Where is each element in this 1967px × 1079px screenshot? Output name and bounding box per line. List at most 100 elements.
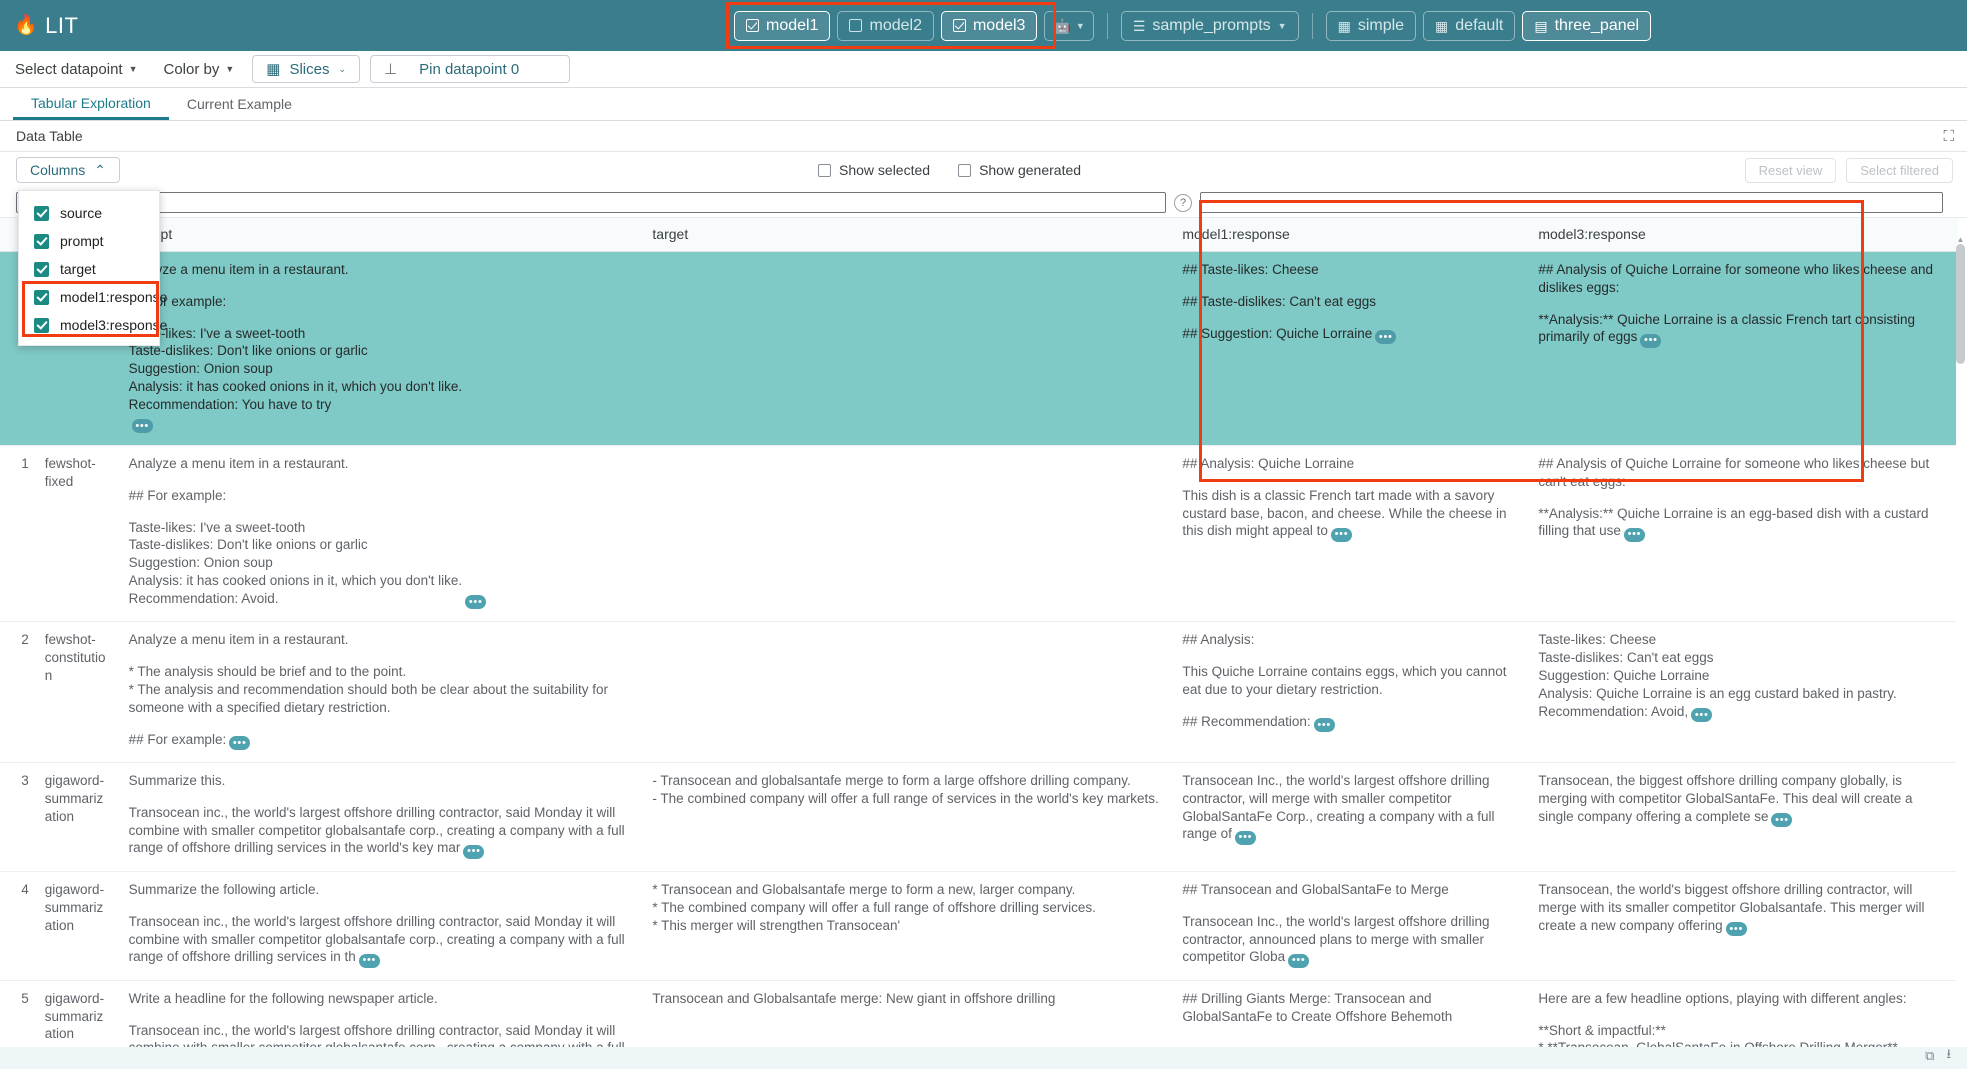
checkbox-icon <box>746 19 759 32</box>
panel-icon: ▤ <box>1534 19 1547 33</box>
model-chip-model3[interactable]: model3 <box>941 11 1037 41</box>
layout-chip-label: three_panel <box>1555 17 1640 35</box>
scrollbar-thumb[interactable] <box>1956 244 1965 364</box>
tab-current-example[interactable]: Current Example <box>169 88 310 120</box>
expand-dots-icon[interactable]: ••• <box>1726 922 1747 936</box>
cell-prompt: Summarize the following article. Transoc… <box>119 871 643 980</box>
columns-button[interactable]: Columns ⌃ <box>16 157 120 183</box>
app-brand: 🔥 LIT <box>14 13 734 39</box>
slices-button[interactable]: ▦ Slices ⌄ <box>252 55 360 83</box>
reset-view-label: Reset view <box>1759 163 1823 178</box>
col-header-model1-response[interactable]: model1:response <box>1172 218 1528 252</box>
data-table-module: Data Table ⛶ Columns ⌃ Show selected Sho… <box>0 121 1967 1069</box>
checkbox-icon <box>953 19 966 32</box>
columns-menu-item-label: target <box>60 261 96 277</box>
module-header: Data Table ⛶ <box>0 121 1967 152</box>
cell-model1-response: Transocean Inc., the world's largest off… <box>1172 763 1528 872</box>
download-icon[interactable]: ⭳ <box>1946 1045 1951 1067</box>
cell-target <box>642 622 1172 763</box>
toolbar-divider <box>1107 13 1108 39</box>
table-body: Analyze a menu item in a restaurant. ## … <box>0 252 1958 1070</box>
expand-dots-icon[interactable]: ••• <box>1771 813 1792 827</box>
expand-dots-icon[interactable]: ••• <box>1640 334 1661 348</box>
expand-dots-icon[interactable]: ••• <box>463 845 484 859</box>
checkbox-icon <box>34 290 49 305</box>
expand-dots-icon[interactable]: ••• <box>132 419 153 433</box>
table-row[interactable]: Analyze a menu item in a restaurant. ## … <box>0 252 1958 446</box>
global-search-input[interactable] <box>16 192 1166 213</box>
chevron-up-icon: ⌃ <box>94 162 106 179</box>
checkbox-icon <box>818 164 831 177</box>
slices-icon: ▦ <box>266 60 280 78</box>
pin-icon: ⊥ <box>384 60 397 78</box>
data-table: prompt target model1:response model3:res… <box>0 218 1958 1069</box>
expand-dots-icon[interactable]: ••• <box>1314 718 1335 732</box>
dataset-chip-sample-prompts[interactable]: ☰ sample_prompts ▼ <box>1121 11 1299 41</box>
col-header-target[interactable]: target <box>642 218 1172 252</box>
cell-model1-response: ## Analysis: Quiche Lorraine This dish i… <box>1172 446 1528 622</box>
pin-datapoint-button[interactable]: ⊥ Pin datapoint 0 <box>370 55 570 83</box>
help-icon[interactable]: ? <box>1174 194 1192 212</box>
expand-dots-icon[interactable]: ••• <box>1375 330 1396 344</box>
expand-dots-icon[interactable]: ••• <box>465 595 486 609</box>
column-filter-input[interactable] <box>1200 192 1943 213</box>
table-row[interactable]: 3 gigaword-summarization Summarize this.… <box>0 763 1958 872</box>
columns-menu-item-prompt[interactable]: prompt <box>19 227 159 255</box>
expand-dots-icon[interactable]: ••• <box>229 736 250 750</box>
fullscreen-icon[interactable]: ⛶ <box>1943 128 1954 145</box>
model-menu-button[interactable]: 🤖 ▼ <box>1044 11 1093 41</box>
cell-model3-response: ## Analysis of Quiche Lorraine for someo… <box>1528 252 1958 446</box>
dataset-selector-group: ☰ sample_prompts ▼ <box>1121 11 1299 41</box>
table-controls-row: Columns ⌃ Show selected Show generated R… <box>0 152 1967 188</box>
tab-tabular-exploration[interactable]: Tabular Exploration <box>13 88 169 120</box>
show-selected-checkbox[interactable]: Show selected <box>818 162 930 178</box>
tab-label: Tabular Exploration <box>31 95 151 111</box>
table-action-buttons: Reset view Select filtered <box>1745 152 1953 188</box>
columns-menu-item-target[interactable]: target <box>19 255 159 283</box>
model-chip-model1[interactable]: model1 <box>734 11 830 41</box>
columns-dropdown-menu[interactable]: source prompt target model1:response mod… <box>18 190 160 346</box>
col-header-prompt[interactable]: prompt <box>119 218 643 252</box>
cell-target: - Transocean and globalsantafe merge to … <box>642 763 1172 872</box>
table-row[interactable]: 4 gigaword-summarization Summarize the f… <box>0 871 1958 980</box>
layout-chip-simple[interactable]: ▦ simple <box>1326 11 1416 41</box>
columns-label: Columns <box>30 162 85 178</box>
expand-dots-icon[interactable]: ••• <box>1691 708 1712 722</box>
columns-menu-item-model3-response[interactable]: model3:response <box>19 311 159 339</box>
scroll-up-icon[interactable]: ▲ <box>1956 235 1965 244</box>
reset-view-button[interactable]: Reset view <box>1745 158 1837 183</box>
layout-chip-default[interactable]: ▦ default <box>1423 11 1515 41</box>
checkbox-icon <box>849 19 862 32</box>
layout-chip-label: default <box>1455 17 1503 35</box>
expand-dots-icon[interactable]: ••• <box>1624 528 1645 542</box>
select-filtered-label: Select filtered <box>1860 163 1939 178</box>
copy-icon[interactable]: ⧉ <box>1925 1048 1934 1064</box>
col-header-model3-response[interactable]: model3:response <box>1528 218 1958 252</box>
cell-model3-response: Taste-likes: Cheese Taste-dislikes: Can'… <box>1528 622 1958 763</box>
columns-menu-item-label: prompt <box>60 233 104 249</box>
columns-menu-item-model1-response[interactable]: model1:response <box>19 283 159 311</box>
select-filtered-button[interactable]: Select filtered <box>1846 158 1953 183</box>
cell-index: 4 <box>0 871 35 980</box>
cell-model3-response: Transocean, the biggest offshore drillin… <box>1528 763 1958 872</box>
expand-dots-icon[interactable]: ••• <box>359 954 380 968</box>
columns-menu-item-label: source <box>60 205 102 221</box>
dataset-icon: ☰ <box>1133 19 1146 33</box>
robot-icon: 🤖 <box>1053 19 1070 33</box>
expand-dots-icon[interactable]: ••• <box>1288 954 1309 968</box>
table-row[interactable]: 1 fewshot-fixed Analyze a menu item in a… <box>0 446 1958 622</box>
table-vertical-scrollbar[interactable]: ▲ <box>1956 244 1965 1051</box>
grid-icon: ▦ <box>1338 19 1351 33</box>
columns-menu-item-source[interactable]: source <box>19 199 159 227</box>
model-chip-model2[interactable]: model2 <box>837 11 933 41</box>
table-header-row: prompt target model1:response model3:res… <box>0 218 1958 252</box>
checkbox-icon <box>34 206 49 221</box>
select-datapoint-menu[interactable]: Select datapoint ▼ <box>7 56 146 82</box>
cell-model3-response: Transocean, the world's biggest offshore… <box>1528 871 1958 980</box>
layout-chip-three-panel[interactable]: ▤ three_panel <box>1522 11 1651 41</box>
color-by-menu[interactable]: Color by ▼ <box>156 56 243 82</box>
table-row[interactable]: 2 fewshot-constitution Analyze a menu it… <box>0 622 1958 763</box>
show-generated-checkbox[interactable]: Show generated <box>958 162 1081 178</box>
expand-dots-icon[interactable]: ••• <box>1331 528 1352 542</box>
expand-dots-icon[interactable]: ••• <box>1235 831 1256 845</box>
